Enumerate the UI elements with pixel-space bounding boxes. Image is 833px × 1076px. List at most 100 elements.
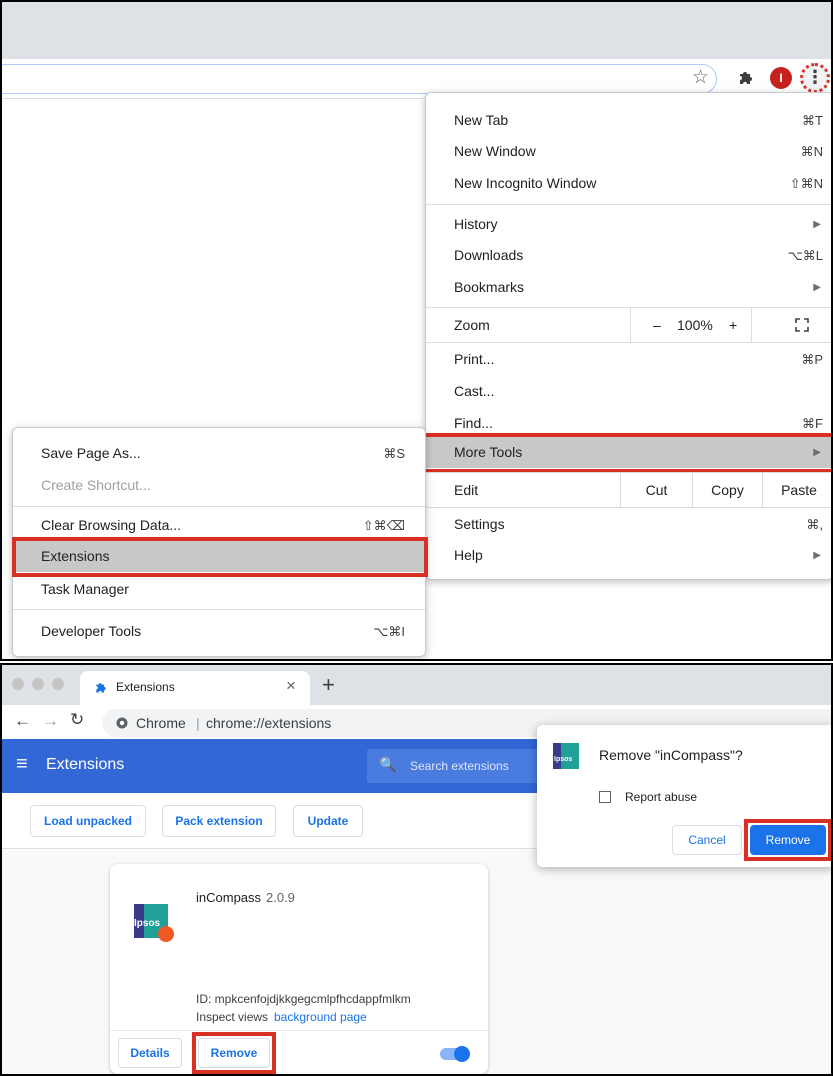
menu-item-new-tab[interactable]: New Tab ⌘T [426, 105, 831, 136]
menu-item-history[interactable]: History ▶ [426, 209, 831, 240]
zoom-in-button[interactable]: + [729, 308, 737, 342]
new-tab-button[interactable]: + [322, 672, 335, 698]
shortcut-label: ⌘N [800, 144, 823, 159]
search-placeholder: Search extensions [410, 759, 509, 773]
tab-extensions[interactable]: Extensions × [80, 671, 310, 705]
bookmark-star-icon[interactable]: ☆ [692, 66, 709, 89]
menu-item-label: Save Page As... [41, 445, 141, 461]
menu-item-bookmarks[interactable]: Bookmarks ▶ [426, 272, 831, 303]
details-button[interactable]: Details [118, 1038, 182, 1068]
search-icon: 🔍 [379, 756, 397, 772]
fullscreen-icon[interactable] [795, 318, 809, 332]
menu-item-label: Help [454, 547, 483, 563]
chrome-main-menu: New Tab ⌘T New Window ⌘N New Incognito W… [422, 92, 831, 580]
window-close-button[interactable] [12, 678, 24, 690]
menu-item-downloads[interactable]: Downloads ⌥⌘L [426, 240, 831, 271]
inspect-views-label: Inspect views [196, 1010, 269, 1024]
tab-strip: Extensions × + [2, 665, 831, 705]
copy-button[interactable]: Copy [692, 473, 762, 507]
menu-item-cast[interactable]: Cast... [426, 376, 831, 407]
menu-divider [426, 342, 831, 343]
menu-divider [426, 204, 831, 205]
menu-item-settings[interactable]: Settings ⌘, [426, 509, 831, 540]
menu-divider [13, 609, 425, 610]
highlight-box [192, 1032, 276, 1074]
chrome-menu-kebab-icon[interactable]: ⋮ [800, 63, 830, 93]
tab-strip [2, 2, 831, 59]
menu-item-label: Task Manager [41, 581, 129, 597]
shortcut-label: ⌘P [801, 352, 823, 367]
omnibox[interactable] [2, 64, 717, 94]
forward-icon[interactable]: → [42, 711, 59, 731]
menu-item-task-manager[interactable]: Task Manager [13, 574, 425, 605]
menu-item-label: New Incognito Window [454, 175, 597, 191]
zoom-level: 100% [677, 317, 713, 333]
reload-icon[interactable]: ↻ [70, 710, 84, 730]
menu-item-label: Create Shortcut... [41, 477, 151, 493]
menu-item-print[interactable]: Print... ⌘P [426, 344, 831, 375]
enable-toggle[interactable] [440, 1046, 470, 1062]
zoom-controls: – 100% + [630, 308, 752, 342]
menu-item-label: Zoom [454, 317, 490, 333]
extension-id: ID: mpkcenfojdjkkgegcmlpfhcdappfmlkm [196, 992, 411, 1006]
menu-item-label: Cast... [454, 383, 495, 399]
menu-item-new-window[interactable]: New Window ⌘N [426, 136, 831, 167]
submenu-arrow-icon: ▶ [813, 282, 821, 293]
extension-name: inCompass [196, 890, 262, 905]
menu-item-label: Bookmarks [454, 279, 525, 295]
menu-item-developer-tools[interactable]: Developer Tools ⌥⌘I [13, 616, 425, 647]
window-zoom-button[interactable] [52, 678, 64, 690]
highlight-box [12, 537, 428, 577]
menu-item-label: Developer Tools [41, 623, 142, 639]
site-divider: | [196, 715, 200, 731]
logo-text: Ipsos [134, 918, 161, 929]
shortcut-label: ⇧⌘N [789, 176, 823, 191]
site-label: Chrome [136, 715, 186, 731]
incompass-logo: Ipsos [134, 904, 174, 944]
menu-item-label: New Tab [454, 112, 509, 128]
cut-button[interactable]: Cut [620, 473, 692, 507]
back-icon[interactable]: ← [14, 711, 31, 731]
menu-item-zoom: Zoom – 100% + [426, 308, 831, 342]
shortcut-label: ⌘, [806, 517, 823, 532]
report-abuse-checkbox[interactable] [599, 791, 611, 803]
menu-item-new-incognito-window[interactable]: New Incognito Window ⇧⌘N [426, 168, 831, 199]
background-page-link[interactable]: background page [274, 1010, 367, 1024]
extensions-list: Ipsos inCompass 2.0.9 ID: mpkcenfojdjkkg… [2, 850, 831, 1074]
menu-item-edit: Edit Cut Copy Paste [426, 473, 831, 507]
shortcut-label: ⌘T [802, 113, 823, 128]
extension-card: Ipsos inCompass 2.0.9 ID: mpkcenfojdjkkg… [110, 864, 488, 1074]
chrome-logo-icon [116, 717, 128, 729]
url-text: chrome://extensions [206, 715, 332, 731]
hamburger-menu-icon[interactable]: ≡ [16, 753, 28, 776]
zoom-out-button[interactable]: – [653, 308, 661, 342]
paste-button[interactable]: Paste [762, 473, 831, 507]
menu-divider [426, 507, 831, 508]
menu-divider [13, 506, 425, 507]
shortcut-label: ⌥⌘L [787, 248, 823, 263]
menu-item-label: New Window [454, 143, 536, 159]
badge-icon [158, 926, 174, 942]
highlight-box [422, 433, 831, 473]
extensions-puzzle-icon[interactable] [737, 68, 755, 86]
load-unpacked-button[interactable]: Load unpacked [30, 805, 146, 837]
menu-item-create-shortcut: Create Shortcut... [13, 470, 425, 501]
incompass-logo: Ipsos [553, 743, 579, 769]
dialog-title: Remove "inCompass"? [599, 747, 743, 763]
pack-extension-button[interactable]: Pack extension [162, 805, 276, 837]
menu-item-save-page-as[interactable]: Save Page As... ⌘S [13, 438, 425, 469]
tab-title: Extensions [116, 680, 175, 694]
cancel-button[interactable]: Cancel [672, 825, 742, 855]
profile-avatar[interactable]: I [770, 67, 792, 89]
extensions-page-screenshot: Extensions × + ← → ↻ Chrome | chrome://e… [0, 663, 833, 1076]
menu-item-help[interactable]: Help ▶ [426, 540, 831, 571]
logo-text: Ipsos [554, 756, 573, 763]
update-button[interactable]: Update [293, 805, 363, 837]
search-box[interactable]: 🔍 Search extensions [367, 749, 542, 783]
submenu-arrow-icon: ▶ [813, 219, 821, 230]
window-minimize-button[interactable] [32, 678, 44, 690]
puzzle-icon [96, 683, 106, 693]
tab-close-icon[interactable]: × [286, 676, 296, 696]
submenu-arrow-icon: ▶ [813, 550, 821, 561]
menu-item-label: History [454, 216, 498, 232]
